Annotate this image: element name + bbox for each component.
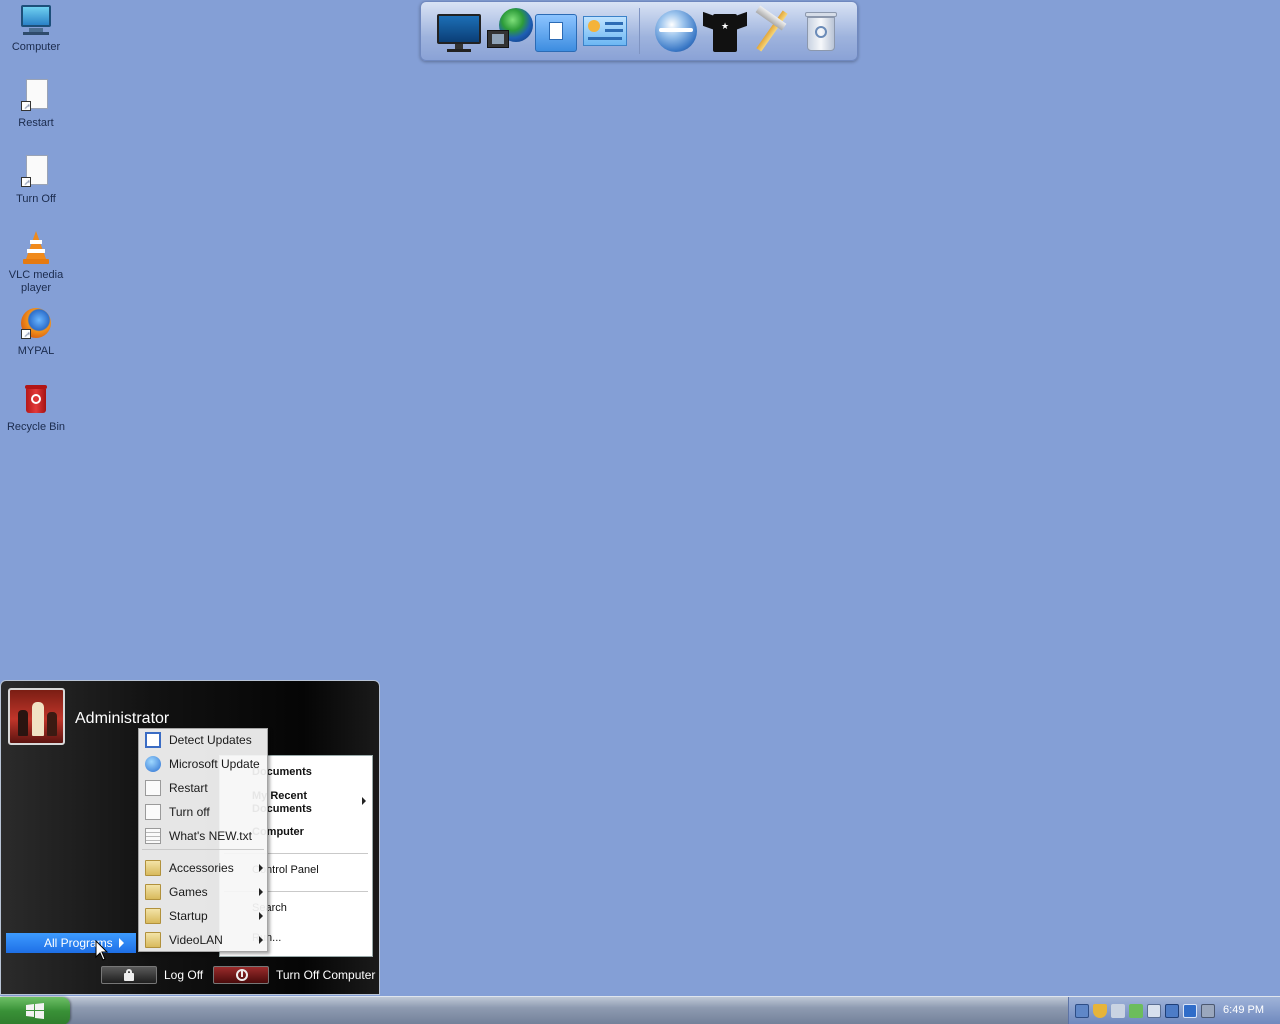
shortcut-file-icon: ↗ (19, 79, 53, 113)
system-tray: 6:49 PM (1068, 997, 1280, 1024)
firefox-icon: ↗ (19, 307, 53, 341)
start-button[interactable] (0, 997, 70, 1024)
trash-icon[interactable] (801, 8, 847, 56)
monitor-tray-icon[interactable] (1165, 1004, 1179, 1018)
network-icon[interactable] (1075, 1004, 1089, 1018)
folder-icon (145, 908, 161, 924)
chevron-right-icon (259, 912, 263, 920)
separator (142, 849, 264, 850)
desktop-icon-turn-off[interactable]: ↗ Turn Off (2, 155, 70, 206)
program-label: Detect Updates (169, 733, 252, 747)
recycle-bin-icon (19, 383, 53, 417)
display-icon[interactable] (1147, 1004, 1161, 1018)
program-turn-off[interactable]: Turn off (139, 801, 267, 823)
turn-off-label[interactable]: Turn Off Computer (276, 968, 375, 982)
folder-icon (145, 932, 161, 948)
desktop-icon-recycle-bin[interactable]: Recycle Bin (2, 383, 70, 434)
program-folder-games[interactable]: Games (139, 881, 267, 903)
documents-folder-icon[interactable] (535, 8, 581, 56)
program-detect-updates[interactable]: Detect Updates (139, 729, 267, 751)
user-avatar[interactable] (8, 688, 65, 745)
program-folder-accessories[interactable]: Accessories (139, 857, 267, 879)
power-icon-line (241, 971, 243, 977)
program-label: Microsoft Update (169, 757, 260, 771)
program-label: Restart (169, 781, 208, 795)
update-globe-icon (145, 756, 161, 772)
program-label: Turn off (169, 805, 210, 819)
page-icon (145, 804, 161, 820)
chevron-right-icon (259, 888, 263, 896)
desktop-icon-restart[interactable]: ↗ Restart (2, 79, 70, 130)
shield-icon[interactable] (1093, 1004, 1107, 1018)
program-restart[interactable]: Restart (139, 777, 267, 799)
taskbar: 6:49 PM (0, 996, 1280, 1024)
program-label: Startup (169, 909, 208, 923)
taskbar-clock[interactable]: 6:49 PM (1223, 1004, 1264, 1016)
safely-remove-icon[interactable] (1129, 1004, 1143, 1018)
desktop-icon-label: VLC media player (8, 269, 64, 294)
language-icon[interactable] (1183, 1004, 1197, 1018)
page-icon (145, 780, 161, 796)
program-whats-new[interactable]: What's NEW.txt (139, 825, 267, 847)
program-label: Games (169, 885, 208, 899)
monitor-icon[interactable] (437, 8, 483, 56)
program-folder-startup[interactable]: Startup (139, 905, 267, 927)
volume-icon[interactable] (1111, 1004, 1125, 1018)
desktop-icon-vlc[interactable]: VLC media player (2, 231, 70, 295)
windows-logo-icon (26, 1003, 44, 1019)
computer-icon (19, 3, 53, 37)
shortcut-file-icon: ↗ (19, 155, 53, 189)
text-file-icon (145, 828, 161, 844)
folder-icon (145, 860, 161, 876)
program-microsoft-update[interactable]: Microsoft Update (139, 753, 267, 775)
all-programs-submenu: Detect Updates Microsoft Update Restart … (138, 728, 268, 952)
program-label: What's NEW.txt (169, 829, 252, 843)
folder-icon (145, 884, 161, 900)
keyboard-icon[interactable] (1201, 1004, 1215, 1018)
dock-separator (639, 8, 640, 54)
all-programs-button[interactable]: All Programs (6, 933, 136, 953)
log-off-label[interactable]: Log Off (164, 968, 203, 982)
mouse-cursor-icon (95, 940, 109, 961)
program-label: Accessories (169, 861, 234, 875)
desktop-icon-label: Restart (18, 117, 54, 129)
desktop-icon-label: MYPAL (17, 345, 55, 357)
desktop-icon-label: Turn Off (16, 193, 56, 205)
desktop-icon-mypal[interactable]: ↗ MYPAL (2, 307, 70, 358)
lock-shackle (126, 969, 132, 975)
desktop-icon-label: Computer (11, 41, 61, 53)
chevron-right-icon (362, 797, 366, 805)
log-off-button[interactable] (101, 966, 157, 984)
tshirt-icon[interactable]: ★ (703, 8, 749, 56)
vlc-cone-icon (19, 231, 53, 265)
window-icon (145, 732, 161, 748)
user-name: Administrator (75, 710, 170, 727)
browser-globe-icon[interactable] (653, 8, 699, 56)
program-label: VideoLAN (169, 933, 223, 947)
desktop-icon-computer[interactable]: Computer (2, 3, 70, 54)
network-globe-icon[interactable] (487, 8, 533, 56)
control-panel-icon[interactable] (583, 8, 629, 56)
chevron-right-icon (259, 936, 263, 944)
chevron-right-icon (119, 938, 124, 948)
tools-icon[interactable] (749, 5, 795, 56)
program-folder-videolan[interactable]: VideoLAN (139, 929, 267, 951)
dock-bar: ★ (420, 1, 858, 61)
desktop-icon-label: Recycle Bin (6, 421, 66, 433)
turn-off-button[interactable] (213, 966, 269, 984)
chevron-right-icon (259, 864, 263, 872)
